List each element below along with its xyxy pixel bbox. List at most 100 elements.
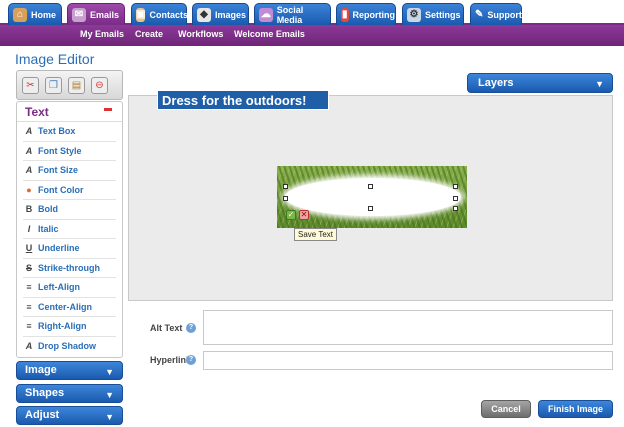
app: ⌂ Home ✉ Emails ▣ Contacts ◆ Images ☁ So…	[0, 0, 624, 427]
drop-shadow-icon: A	[25, 340, 33, 351]
layers-label: Layers	[478, 77, 514, 89]
font-color-icon: ●	[26, 184, 32, 195]
font-size-tool[interactable]: A Font Size	[23, 161, 116, 181]
font-style-tool[interactable]: A Font Style	[23, 142, 116, 161]
tab-label: Settings	[425, 9, 461, 20]
resize-handle[interactable]	[283, 196, 288, 201]
right-align-icon: ≡	[26, 321, 32, 331]
adjust-section[interactable]: Adjust ▼	[16, 406, 123, 425]
drop-shadow-tool[interactable]: A Drop Shadow	[23, 337, 116, 357]
tool-label: Italic	[38, 223, 59, 234]
cloud-shape	[285, 178, 461, 216]
reporting-icon: ▮	[341, 7, 349, 22]
copy-icon[interactable]: ❐	[45, 76, 62, 94]
tab-label: Images	[215, 9, 247, 20]
resize-handle[interactable]	[453, 206, 458, 211]
underline-tool[interactable]: U Underline	[23, 239, 116, 259]
tab-settings[interactable]: ⚙ Settings	[402, 3, 464, 25]
tab-images[interactable]: ◆ Images	[192, 3, 249, 25]
subnav-my-emails[interactable]: My Emails	[80, 29, 124, 39]
subnav-workflows[interactable]: Workflows	[178, 29, 223, 39]
tool-label: Strike-through	[38, 262, 100, 273]
text-box-layer[interactable]: Dress for the outdoors!	[157, 90, 329, 110]
strikethrough-icon: S	[25, 262, 32, 273]
tab-social-media[interactable]: ☁ Social Media	[254, 3, 331, 25]
resize-handle[interactable]	[368, 184, 373, 189]
tab-label: Support	[487, 9, 522, 20]
resize-handle[interactable]	[283, 184, 288, 189]
resize-handle[interactable]	[453, 184, 458, 189]
italic-tool[interactable]: I Italic	[23, 220, 116, 239]
cancel-text-icon[interactable]: ✕	[299, 210, 309, 220]
help-icon[interactable]: ?	[186, 355, 196, 365]
tab-home[interactable]: ⌂ Home	[8, 3, 62, 25]
tab-label: Social Media	[276, 4, 304, 25]
delete-icon[interactable]: ⊖	[91, 76, 108, 94]
image-canvas[interactable]	[128, 95, 613, 301]
page-title: Image Editor	[15, 51, 95, 67]
font-size-icon: A	[25, 165, 33, 175]
subnav-create[interactable]: Create	[135, 29, 163, 39]
tool-label: Drop Shadow	[38, 340, 96, 351]
section-label: Image	[25, 364, 57, 376]
chevron-down-icon: ▼	[105, 390, 114, 400]
contacts-icon: ▣	[136, 7, 146, 22]
tool-label: Right-Align	[38, 321, 87, 331]
font-style-icon: A	[25, 145, 33, 156]
tool-label: Left-Align	[38, 282, 80, 292]
tool-label: Font Style	[38, 145, 82, 156]
help-icon[interactable]: ?	[186, 323, 196, 333]
chevron-down-icon: ▼	[105, 367, 114, 377]
cancel-button[interactable]: Cancel	[481, 400, 531, 418]
shapes-section[interactable]: Shapes ▼	[16, 384, 123, 403]
resize-handle[interactable]	[368, 206, 373, 211]
left-align-tool[interactable]: ≡ Left-Align	[23, 278, 116, 298]
center-align-tool[interactable]: ≡ Center-Align	[23, 298, 116, 317]
image-section[interactable]: Image ▼	[16, 361, 123, 380]
bold-tool[interactable]: B Bold	[23, 200, 116, 220]
social-media-icon: ☁	[259, 7, 273, 22]
text-box-tool[interactable]: A Text Box	[23, 122, 116, 142]
text-box-icon: A	[25, 126, 33, 136]
tool-label: Font Size	[38, 165, 78, 175]
hyperlink-input[interactable]	[203, 351, 613, 370]
center-align-icon: ≡	[26, 301, 32, 312]
tab-contacts[interactable]: ▣ Contacts	[131, 3, 188, 25]
tab-label: Emails	[90, 9, 120, 20]
hyperlink-label: Hyperlink	[150, 355, 192, 365]
layers-dropdown[interactable]: Layers ▼	[467, 73, 613, 93]
tool-label: Bold	[38, 204, 58, 214]
tool-label: Center-Align	[38, 301, 92, 312]
cut-icon[interactable]: ✂	[22, 76, 39, 94]
tool-label: Text Box	[38, 126, 76, 136]
text-panel-title: Text	[25, 105, 49, 119]
alt-text-input[interactable]	[203, 310, 613, 345]
right-align-tool[interactable]: ≡ Right-Align	[23, 317, 116, 337]
subnav-welcome-emails[interactable]: Welcome Emails	[234, 29, 305, 39]
text-box-content[interactable]: Dress for the outdoors!	[162, 93, 306, 108]
bold-icon: B	[25, 204, 33, 214]
sub-nav: My Emails Create Workflows Welcome Email…	[0, 25, 624, 46]
text-panel: Text A Text Box A Font Style A Font Size ● F…	[16, 101, 123, 358]
paste-icon[interactable]: ▤	[68, 76, 85, 94]
emails-icon: ✉	[72, 7, 86, 22]
collapse-icon[interactable]	[104, 108, 112, 111]
home-icon: ⌂	[13, 7, 27, 22]
resize-handle[interactable]	[453, 196, 458, 201]
tool-label: Underline	[38, 243, 80, 253]
finish-image-button[interactable]: Finish Image	[538, 400, 613, 418]
alt-text-label: Alt Text	[150, 323, 183, 333]
save-text-icon[interactable]: ✓	[286, 210, 296, 220]
tab-reporting[interactable]: ▮ Reporting	[336, 3, 396, 25]
chevron-down-icon: ▼	[595, 79, 604, 89]
font-color-tool[interactable]: ● Font Color	[23, 181, 116, 200]
tab-label: Contacts	[149, 9, 188, 20]
left-align-icon: ≡	[26, 282, 32, 292]
underline-icon: U	[25, 243, 33, 253]
section-label: Shapes	[25, 387, 65, 399]
edit-toolbar: ✂ ❐ ▤ ⊖	[16, 70, 123, 100]
text-panel-header[interactable]: Text	[17, 102, 122, 122]
strikethrough-tool[interactable]: S Strike-through	[23, 259, 116, 278]
tab-support[interactable]: ✎ Support	[470, 3, 522, 25]
tab-emails[interactable]: ✉ Emails	[67, 3, 125, 25]
